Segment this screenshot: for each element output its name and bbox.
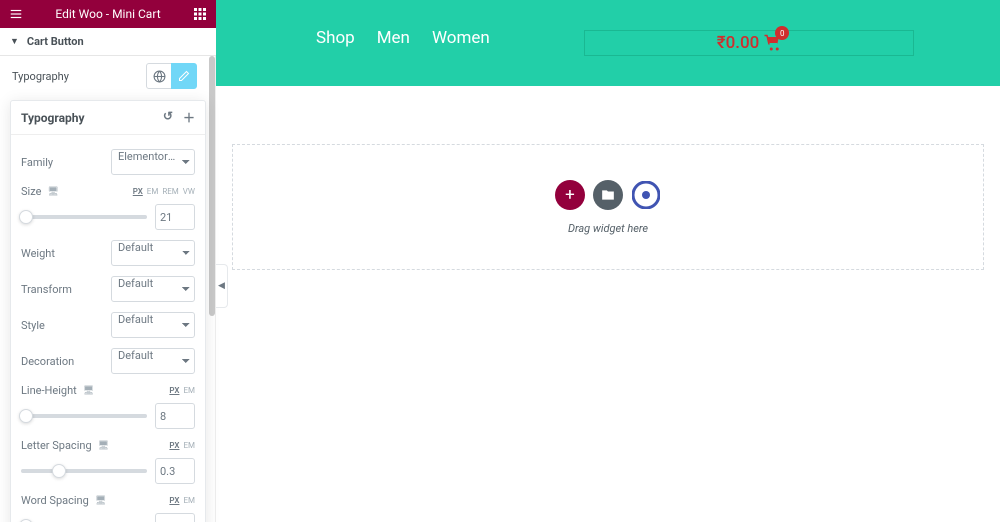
globe-icon[interactable]: [146, 63, 172, 89]
nav-women[interactable]: Women: [432, 28, 490, 48]
unit-em[interactable]: EM: [183, 386, 195, 395]
line-height-slider[interactable]: [21, 414, 147, 418]
desktop-icon[interactable]: 🖥: [47, 187, 58, 197]
letter-spacing-slider[interactable]: [21, 469, 147, 473]
word-spacing-input[interactable]: [155, 513, 195, 522]
cart-badge: 0: [775, 26, 789, 40]
folder-icon[interactable]: [593, 180, 623, 210]
preview-header: Shop Men Women ₹0.00 0: [216, 0, 1000, 86]
plugin-logo-icon[interactable]: [631, 180, 661, 210]
line-height-label: Line-Height: [21, 384, 77, 397]
widget-drop-area[interactable]: + Drag widget here: [232, 144, 984, 270]
unit-px[interactable]: PX: [169, 441, 179, 450]
letter-spacing-label: Letter Spacing: [21, 439, 92, 452]
family-select[interactable]: Elementor fo...: [111, 149, 195, 175]
line-height-input[interactable]: [155, 403, 195, 429]
desktop-icon[interactable]: 🖥: [98, 441, 109, 451]
field-decoration: Decoration Default: [21, 348, 195, 374]
style-select[interactable]: Default: [111, 312, 195, 338]
size-slider[interactable]: [21, 215, 147, 219]
caret-down-icon: ▼: [10, 36, 19, 47]
size-label: Size: [21, 185, 41, 198]
style-label: Style: [21, 319, 45, 332]
unit-px[interactable]: PX: [169, 386, 179, 395]
unit-px[interactable]: PX: [133, 187, 143, 196]
hamburger-icon[interactable]: [8, 6, 24, 22]
weight-select[interactable]: Default: [111, 240, 195, 266]
size-units: PX EM REM VW: [133, 187, 195, 196]
desktop-icon[interactable]: 🖥: [83, 386, 94, 396]
transform-label: Transform: [21, 283, 72, 296]
unit-rem[interactable]: REM: [162, 187, 178, 196]
typography-popover: Typography ↺ ＋ Family Elementor fo... Si…: [10, 100, 206, 522]
apps-grid-icon[interactable]: [192, 6, 208, 22]
section-title: Cart Button: [27, 35, 84, 48]
family-label: Family: [21, 156, 53, 169]
editor-header: Edit Woo - Mini Cart: [0, 0, 216, 28]
unit-em[interactable]: EM: [183, 496, 195, 505]
unit-em[interactable]: EM: [147, 187, 159, 196]
unit-em[interactable]: EM: [183, 441, 195, 450]
unit-vw[interactable]: VW: [183, 187, 195, 196]
decoration-label: Decoration: [21, 355, 74, 368]
unit-px[interactable]: PX: [169, 496, 179, 505]
typography-control-row: Typography: [0, 56, 209, 96]
decoration-select[interactable]: Default: [111, 348, 195, 374]
nav-men[interactable]: Men: [377, 28, 410, 48]
field-line-height: Line-Height 🖥 PX EM: [21, 384, 195, 429]
cart-icon: 0: [763, 34, 781, 52]
reset-icon[interactable]: ↺: [163, 109, 173, 126]
scrollbar[interactable]: [209, 56, 215, 522]
pencil-icon[interactable]: [171, 63, 197, 89]
weight-label: Weight: [21, 247, 55, 260]
size-input[interactable]: [155, 204, 195, 230]
cart-price: ₹0.00: [717, 33, 760, 53]
popover-title: Typography: [21, 111, 85, 125]
editor-title: Edit Woo - Mini Cart: [24, 7, 192, 21]
field-letter-spacing: Letter Spacing 🖥 PX EM: [21, 439, 195, 484]
field-style: Style Default: [21, 312, 195, 338]
panel-collapse-handle[interactable]: ◀: [216, 264, 228, 308]
drag-widget-text: Drag widget here: [568, 222, 648, 235]
mini-cart-widget[interactable]: ₹0.00 0: [584, 30, 914, 56]
scrollbar-thumb[interactable]: [209, 56, 215, 316]
desktop-icon[interactable]: 🖥: [95, 496, 106, 506]
typography-label: Typography: [12, 70, 69, 83]
letter-spacing-input[interactable]: [155, 458, 195, 484]
add-widget-button[interactable]: +: [555, 180, 585, 210]
field-transform: Transform Default: [21, 276, 195, 302]
field-family: Family Elementor fo...: [21, 149, 195, 175]
field-size: Size 🖥 PX EM REM VW: [21, 185, 195, 230]
popover-header: Typography ↺ ＋: [11, 101, 205, 135]
nav-links: Shop Men Women: [316, 28, 490, 48]
nav-shop[interactable]: Shop: [316, 28, 355, 48]
field-word-spacing: Word Spacing 🖥 PX EM: [21, 494, 195, 522]
section-cart-button[interactable]: ▼ Cart Button: [0, 28, 216, 56]
field-weight: Weight Default: [21, 240, 195, 266]
transform-select[interactable]: Default: [111, 276, 195, 302]
word-spacing-label: Word Spacing: [21, 494, 89, 507]
add-icon[interactable]: ＋: [183, 109, 195, 126]
preview-body: + Drag widget here: [216, 86, 1000, 522]
